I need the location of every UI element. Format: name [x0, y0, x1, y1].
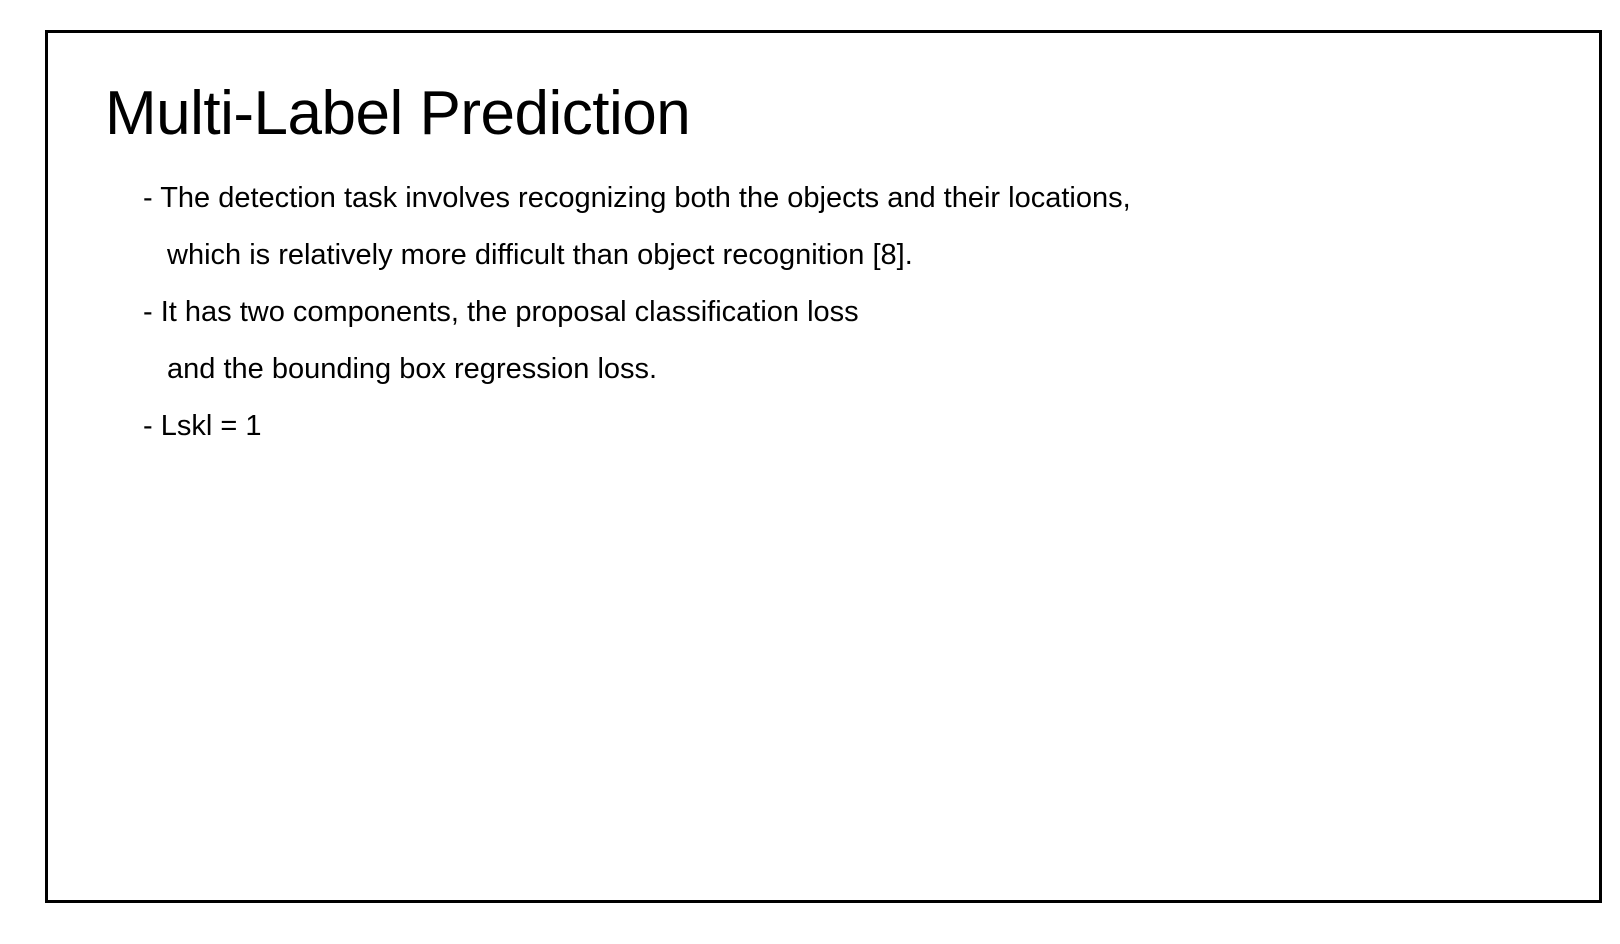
bullet-line: - It has two components, the proposal cl… — [143, 296, 859, 328]
bullet-continuation-line: and the bounding box regression loss. — [167, 353, 658, 385]
slide-frame: Multi-Label Prediction - The detection t… — [45, 30, 1602, 903]
slide-title: Multi-Label Prediction — [105, 79, 691, 148]
bullet-list: - The detection task involves recognizin… — [143, 170, 1131, 455]
bullet-line: - The detection task involves recognizin… — [143, 182, 1131, 214]
bullet-line: - Lskl = 1 — [143, 410, 262, 442]
bullet-continuation-line: which is relatively more difficult than … — [167, 239, 913, 271]
